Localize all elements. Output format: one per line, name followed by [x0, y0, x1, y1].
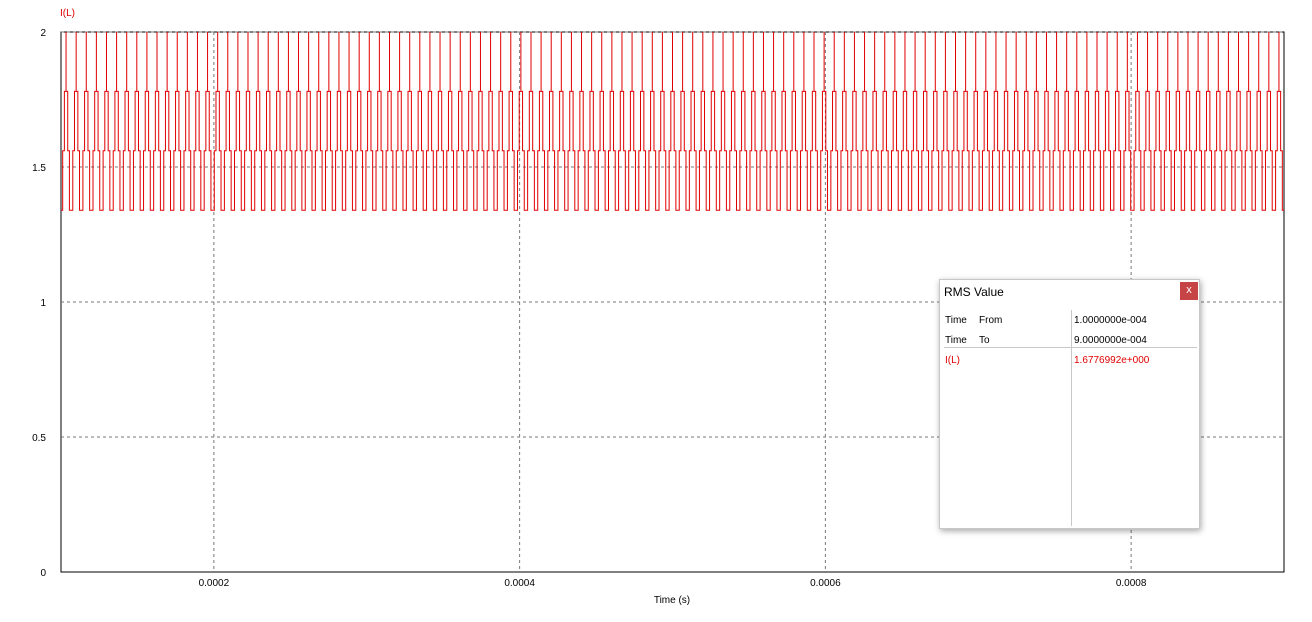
y-tick-label: 1.5: [32, 163, 46, 174]
y-tick-label: 0.5: [32, 433, 46, 444]
time-to-sublabel: To: [979, 335, 990, 346]
y-tick-label: 0: [40, 568, 46, 579]
time-to-value: 9.0000000e-004: [1074, 335, 1147, 346]
x-axis-label: Time (s): [654, 595, 690, 606]
rms-value-dialog[interactable]: RMS Value x Time From 1.0000000e-004 Tim…: [939, 279, 1200, 529]
x-tick-label: 0.0004: [504, 578, 535, 589]
close-icon: x: [1186, 284, 1192, 296]
close-button[interactable]: x: [1180, 282, 1198, 300]
time-from-sublabel: From: [979, 315, 1003, 326]
y-tick-label: 2: [40, 28, 46, 39]
x-tick-labels: 0.0002 0.0004 0.0006 0.0008: [199, 578, 1147, 589]
y-tick-labels: 0 0.5 1 1.5 2: [32, 28, 46, 579]
result-label: I(L): [945, 355, 960, 366]
row-divider: [944, 347, 1197, 348]
y-tick-label: 1: [40, 298, 46, 309]
x-tick-label: 0.0002: [199, 578, 230, 589]
column-divider: [1071, 310, 1072, 526]
series-line-il: [61, 32, 1284, 211]
time-from-value: 1.0000000e-004: [1074, 315, 1147, 326]
y-axis-label: I(L): [60, 8, 75, 19]
time-from-label: Time: [945, 315, 967, 326]
x-tick-label: 0.0008: [1116, 578, 1147, 589]
rms-dialog-title: RMS Value: [944, 285, 1004, 299]
time-to-label: Time: [945, 335, 967, 346]
result-value: 1.6776992e+000: [1074, 355, 1150, 366]
x-tick-label: 0.0006: [810, 578, 841, 589]
